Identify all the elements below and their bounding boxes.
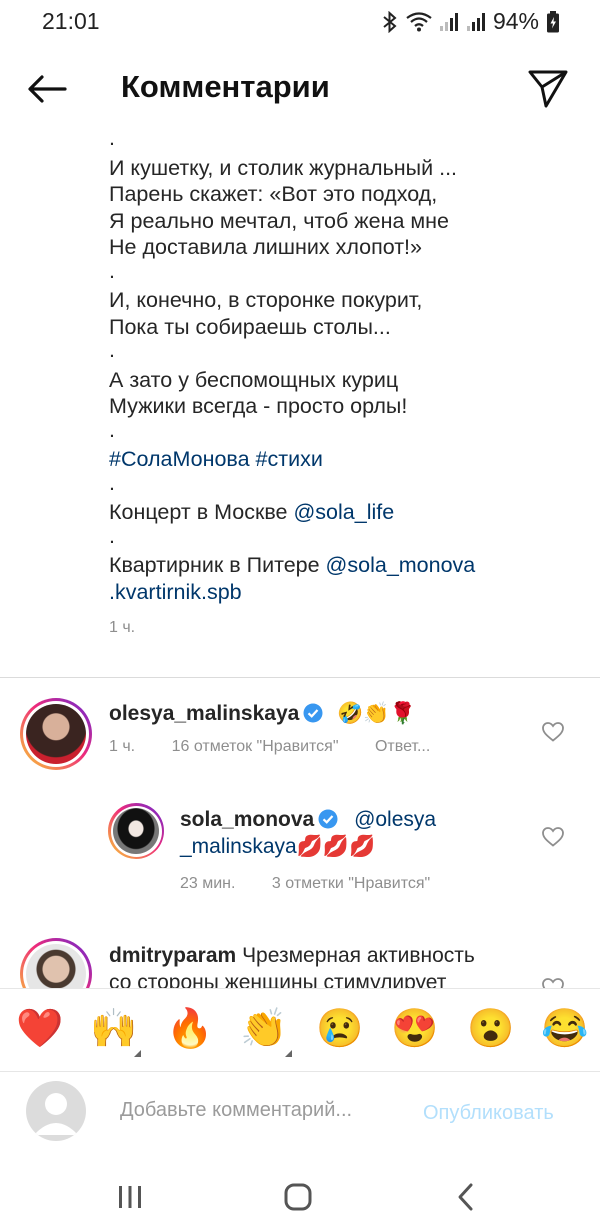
- comments-list[interactable]: . И кушетку, и столик журнальный ... Пар…: [0, 120, 600, 988]
- mention-link[interactable]: @sola_monova: [326, 553, 476, 577]
- comment-meta: 1 ч. 16 отметок "Нравится" Ответ...: [109, 738, 430, 756]
- caption-line: Пока ты собираешь столы...: [109, 314, 391, 339]
- comment-time: 1 ч.: [109, 738, 136, 755]
- mention-link[interactable]: @sola_life: [293, 500, 394, 524]
- header: Комментарии: [0, 56, 600, 120]
- heart-icon[interactable]: [541, 825, 565, 849]
- avatar[interactable]: [20, 698, 92, 770]
- mention-link[interactable]: .kvartirnik.spb: [109, 579, 579, 606]
- reply-button[interactable]: Ответ...: [375, 738, 430, 755]
- caption-line: И кушетку, и столик журнальный ...: [109, 155, 458, 180]
- emoji-heart-eyes[interactable]: 😍: [391, 1007, 438, 1051]
- caption-dot: .: [109, 470, 115, 495]
- comment-item: dmitryparam Чрезмерная активность со сто…: [0, 932, 600, 988]
- emoji-surprised[interactable]: 😮: [467, 1007, 514, 1051]
- home-button[interactable]: [278, 1177, 318, 1217]
- back-button[interactable]: [24, 70, 70, 108]
- avatar[interactable]: [20, 938, 92, 988]
- caption-dot: .: [109, 523, 115, 548]
- status-bar: 21:01 94%: [0, 0, 600, 44]
- emoji-raised-hands[interactable]: 🙌: [90, 1007, 137, 1051]
- divider: [0, 677, 600, 678]
- bluetooth-icon: [383, 10, 397, 33]
- caption-dot: .: [109, 126, 115, 150]
- nav-back-button[interactable]: [446, 1177, 486, 1217]
- comment-username[interactable]: sola_monova: [180, 808, 314, 831]
- mention-link[interactable]: @olesya: [354, 808, 436, 831]
- skin-tone-indicator: [134, 1050, 141, 1057]
- caption-line: Парень скажет: «Вот это подход,: [109, 182, 438, 206]
- page-title: Комментарии: [121, 69, 330, 104]
- comment-body: olesya_malinskaya 🤣👏🌹: [109, 700, 416, 727]
- avatar-image: [113, 808, 159, 854]
- concert-line: Концерт в Москве @sola_life: [109, 499, 579, 526]
- flat-text: Квартирник в Питере: [109, 553, 320, 577]
- recent-apps-icon: [119, 1186, 141, 1208]
- comment-username[interactable]: dmitryparam: [109, 944, 236, 967]
- comment-body-line: со стороны женщины стимулирует: [109, 969, 446, 988]
- emoji-crying[interactable]: 😢: [316, 1007, 363, 1051]
- emoji-laughing[interactable]: 😂: [541, 1007, 588, 1051]
- comment-likes[interactable]: 16 отметок "Нравится": [172, 738, 339, 755]
- concert-text: Концерт в Москве: [109, 500, 288, 524]
- battery-percent: 94%: [492, 8, 539, 34]
- share-button[interactable]: [526, 66, 570, 110]
- comment-text: 🤣👏🌹: [337, 702, 416, 725]
- caption-line: А зато у беспомощных куриц: [109, 367, 399, 392]
- caption-line: Мужики всегда - просто орлы!: [109, 394, 408, 418]
- home-icon: [284, 1183, 312, 1211]
- comment-composer: Опубликовать: [0, 1073, 600, 1163]
- signal-icon: [439, 12, 458, 31]
- heart-icon[interactable]: [541, 976, 565, 988]
- comment-meta: 23 мин. 3 отметки "Нравится": [180, 875, 430, 893]
- comment-input[interactable]: [120, 1099, 400, 1122]
- comment-item: olesya_malinskaya 🤣👏🌹 1 ч. 16 отметок "Н…: [0, 690, 600, 780]
- caption-dot: .: [109, 417, 115, 442]
- send-icon: [528, 70, 568, 108]
- comment-text: со стороны женщины стимулирует: [109, 971, 447, 988]
- emoji-clap[interactable]: 👏: [240, 1007, 287, 1051]
- caption-line: И, конечно, в сторонке покурит,: [109, 288, 423, 312]
- comment-body-line: _malinskaya💋💋💋: [180, 833, 375, 860]
- caption-time: 1 ч.: [109, 619, 136, 636]
- post-caption: . И кушетку, и столик журнальный ... Пар…: [109, 126, 579, 642]
- emoji-bar: ❤️ 🙌 🔥 👏 😢 😍 😮 😂: [0, 988, 600, 1072]
- back-icon: [458, 1183, 473, 1211]
- comment-body: sola_monova @olesya: [180, 806, 436, 833]
- verified-icon: [318, 809, 338, 829]
- comment-item: sola_monova @olesya _malinskaya💋💋💋 23 ми…: [0, 800, 600, 900]
- caption-dot: .: [109, 258, 115, 283]
- avatar-image: [26, 704, 86, 764]
- signal-icon: [466, 12, 485, 31]
- hashtags-link[interactable]: #СолаМонова #стихи: [109, 446, 579, 473]
- caption-line: Я реально мечтал, чтоб жена мне: [109, 208, 450, 233]
- mention-link[interactable]: _malinskaya: [180, 835, 297, 858]
- comment-username[interactable]: olesya_malinskaya: [109, 702, 299, 725]
- heart-icon[interactable]: [541, 720, 565, 744]
- comment-likes[interactable]: 3 отметки "Нравится": [272, 875, 430, 892]
- default-avatar-icon: [34, 1093, 78, 1135]
- back-arrow-icon: [28, 75, 67, 103]
- system-navbar: [0, 1163, 600, 1232]
- caption-line: Не доставила лишних хлопот!»: [109, 235, 422, 259]
- comment-text: Чрезмерная активность: [242, 944, 475, 967]
- avatar: [26, 1081, 86, 1141]
- comment-body: dmitryparam Чрезмерная активность: [109, 942, 475, 969]
- recent-apps-button[interactable]: [110, 1177, 150, 1217]
- comment-time: 23 мин.: [180, 875, 236, 892]
- verified-icon: [303, 703, 323, 723]
- comment-text: 💋💋💋: [296, 835, 376, 858]
- wifi-icon: [406, 11, 432, 31]
- caption-dot: .: [109, 338, 115, 362]
- status-time: 21:01: [42, 8, 100, 34]
- flat-line: Квартирник в Питере @sola_monova: [109, 552, 579, 579]
- emoji-heart[interactable]: ❤️: [16, 1007, 63, 1051]
- battery-icon: [547, 10, 559, 32]
- skin-tone-indicator: [285, 1050, 292, 1057]
- publish-button[interactable]: Опубликовать: [423, 1102, 554, 1125]
- emoji-fire[interactable]: 🔥: [166, 1007, 213, 1051]
- status-icons: 94%: [381, 8, 560, 35]
- avatar[interactable]: [108, 803, 164, 859]
